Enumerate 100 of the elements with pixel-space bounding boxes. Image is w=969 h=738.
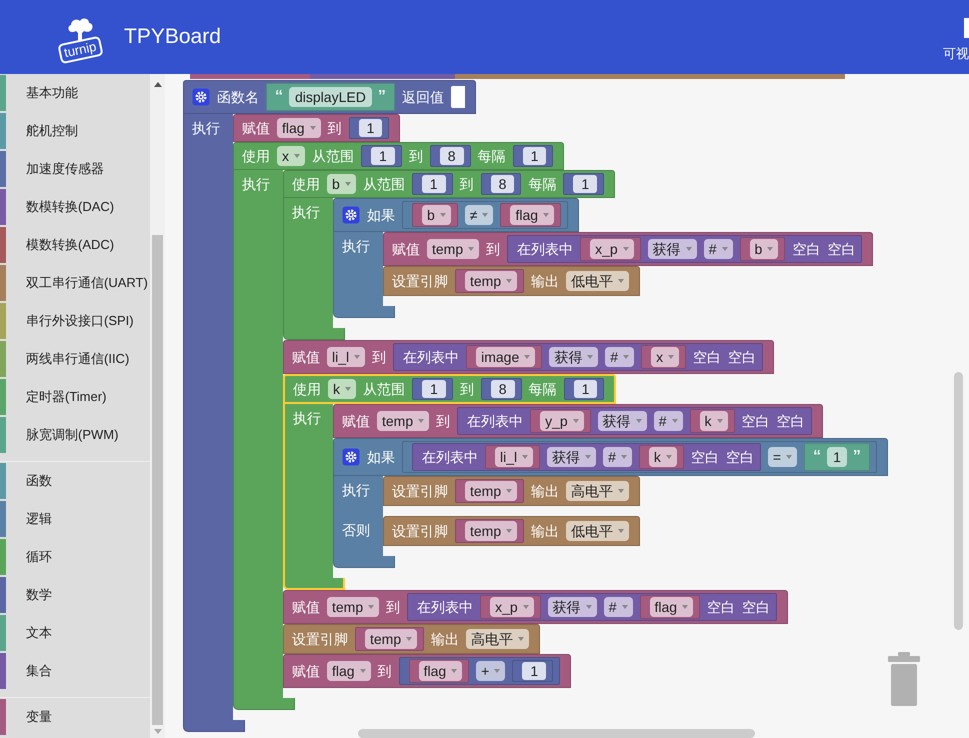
value-block[interactable]: b ≠ flag	[402, 201, 568, 229]
value-block[interactable]: temp	[455, 269, 524, 293]
dropdown-field[interactable]: li_l	[495, 447, 534, 467]
category-item[interactable]: 循环	[0, 538, 150, 576]
statement-block[interactable]: 赋值 li_l 到 在列表中 image 获得 # x 空白 空白	[283, 340, 774, 374]
gear-icon[interactable]	[342, 448, 360, 466]
number-field[interactable]: 1	[422, 380, 446, 398]
dropdown-field[interactable]: 高电平	[466, 629, 530, 649]
number-field[interactable]: 1	[371, 147, 395, 165]
dropdown-field[interactable]: temp	[427, 239, 480, 259]
trash-icon[interactable]	[888, 652, 920, 706]
number-field[interactable]: 1	[422, 175, 446, 193]
value-block[interactable]: b	[412, 203, 458, 227]
text-block[interactable]: “ 1 ”	[804, 443, 870, 471]
dropdown-field[interactable]: #	[654, 411, 682, 431]
dropdown-field[interactable]: flag	[277, 118, 321, 138]
scrollbar-thumb[interactable]	[954, 372, 963, 630]
dropdown-field[interactable]: #	[603, 447, 632, 467]
dropdown-field[interactable]: temp	[377, 411, 430, 431]
dropdown-field[interactable]: #	[605, 347, 634, 367]
dropdown-field[interactable]: k	[648, 447, 677, 467]
value-block[interactable]: k	[638, 445, 684, 469]
scrollbar-thumb[interactable]	[152, 235, 163, 725]
scrollbar-thumb[interactable]	[358, 729, 755, 738]
text-field[interactable]: 1	[827, 447, 847, 467]
dropdown-field[interactable]: #	[704, 239, 732, 259]
dropdown-field[interactable]: y_p	[540, 411, 584, 431]
dropdown-field[interactable]: x	[277, 146, 305, 166]
dropdown-field[interactable]: 获得	[547, 447, 596, 467]
statement-block[interactable]: 设置引脚 temp 输出 高电平	[383, 476, 640, 506]
header-label[interactable]: 可视	[943, 44, 969, 64]
dropdown-field[interactable]: temp	[327, 597, 380, 617]
dropdown-field[interactable]: 获得	[548, 597, 597, 617]
dropdown-field[interactable]: k	[700, 411, 728, 431]
value-block[interactable]: 在列表中 li_l 获得 # k 空白 空白 = “ 1 ”	[402, 441, 877, 473]
dropdown-field[interactable]: temp	[465, 521, 518, 541]
number-field[interactable]: 1	[522, 662, 546, 680]
statement-block[interactable]: 赋值 flag 到 flag + 1	[283, 654, 572, 688]
number-field[interactable]: 8	[440, 147, 464, 165]
category-item[interactable]: 舵机控制	[0, 112, 150, 150]
category-item[interactable]: 逻辑	[0, 500, 150, 538]
category-item[interactable]: 函数	[0, 462, 150, 500]
dropdown-field[interactable]: x	[651, 347, 680, 367]
dropdown-field[interactable]: b	[750, 239, 778, 259]
value-block[interactable]: 1	[412, 173, 453, 195]
value-block[interactable]: b	[740, 237, 786, 261]
statement-block[interactable]: 设置引脚 temp 输出 低电平	[383, 516, 640, 546]
value-block[interactable]: 1	[412, 378, 453, 400]
number-field[interactable]: 1	[522, 147, 546, 165]
dropdown-field[interactable]: 获得	[648, 239, 697, 259]
dropdown-field[interactable]: b	[422, 205, 451, 225]
statement-block[interactable]: 如果 b ≠ flag	[333, 198, 580, 232]
value-block[interactable]: 在列表中 x_p 获得 # flag 空白 空白	[407, 593, 778, 621]
dropdown-field[interactable]: temp	[465, 271, 518, 291]
dropdown-field[interactable]: 获得	[598, 411, 647, 431]
number-field[interactable]: 1	[574, 380, 598, 398]
value-block[interactable]: flag + 1	[398, 657, 560, 685]
dropdown-field[interactable]: 低电平	[566, 521, 630, 541]
dropdown-field[interactable]: image	[476, 347, 536, 367]
value-block[interactable]: y_p	[530, 409, 591, 433]
number-field[interactable]: 8	[490, 175, 514, 193]
statement-block[interactable]: 使用 x 从范围 1 到 8 每隔 1	[233, 142, 564, 170]
statement-block[interactable]: 如果 在列表中 li_l 获得 # k 空白 空白 = “ 1 ”	[333, 438, 888, 476]
category-item[interactable]: 模数转换(ADC)	[0, 226, 150, 264]
dropdown-field[interactable]: temp	[365, 629, 418, 649]
statement-block[interactable]: 赋值 temp 到 在列表中 x_p 获得 # flag 空白 空白	[283, 590, 788, 624]
gear-icon[interactable]	[192, 88, 210, 106]
statement-block[interactable]: 赋值 temp 到 在列表中 x_p 获得 # b 空白 空白	[383, 232, 874, 266]
dropdown-field[interactable]: b	[327, 174, 356, 194]
dropdown-field[interactable]: =	[768, 447, 798, 467]
value-block[interactable]: li_l	[485, 445, 540, 469]
dropdown-field[interactable]: temp	[465, 481, 518, 501]
value-block[interactable]: 8	[480, 173, 522, 195]
statement-block[interactable]: 赋值 temp 到 在列表中 y_p 获得 # k 空白 空白	[333, 404, 822, 438]
text-field[interactable]: displayLED	[289, 87, 372, 107]
value-block[interactable]: flag	[500, 203, 562, 227]
dropdown-field[interactable]: 低电平	[566, 271, 630, 291]
dropdown-field[interactable]: flag	[327, 661, 371, 681]
category-item[interactable]: 变量	[0, 698, 150, 736]
number-field[interactable]: 1	[573, 175, 598, 193]
dropdown-field[interactable]: 高电平	[566, 481, 630, 501]
statement-block[interactable]: 使用 k 从范围 1 到 8 每隔 1	[283, 374, 616, 404]
value-block[interactable]: x	[641, 345, 686, 369]
value-block[interactable]: 在列表中 li_l 获得 # k 空白 空白	[412, 443, 761, 471]
statement-block[interactable]: 赋值 flag 到 1	[233, 114, 400, 142]
statement-block[interactable]: 函数名 “ displayLED ” 返回值	[183, 80, 476, 114]
value-block[interactable]: 在列表中 image 获得 # x 空白 空白	[393, 343, 764, 371]
statement-block[interactable]: 设置引脚 temp 输出 高电平	[283, 624, 540, 654]
category-item[interactable]: 基本功能	[0, 74, 150, 112]
dropdown-field[interactable]: k	[328, 379, 356, 399]
text-block[interactable]: “ displayLED ”	[266, 83, 395, 111]
number-field[interactable]: 8	[490, 380, 515, 398]
value-block[interactable]: 1	[564, 378, 604, 400]
dropdown-field[interactable]: flag	[510, 205, 554, 225]
dropdown-field[interactable]: x_p	[590, 239, 634, 259]
category-item[interactable]: 文本	[0, 614, 150, 652]
value-block[interactable]: 1	[512, 145, 554, 167]
value-block[interactable]: x_p	[580, 237, 641, 261]
value-block[interactable]: 1	[348, 117, 390, 139]
statement-block[interactable]: 使用 b 从范围 1 到 8 每隔 1	[283, 170, 616, 198]
